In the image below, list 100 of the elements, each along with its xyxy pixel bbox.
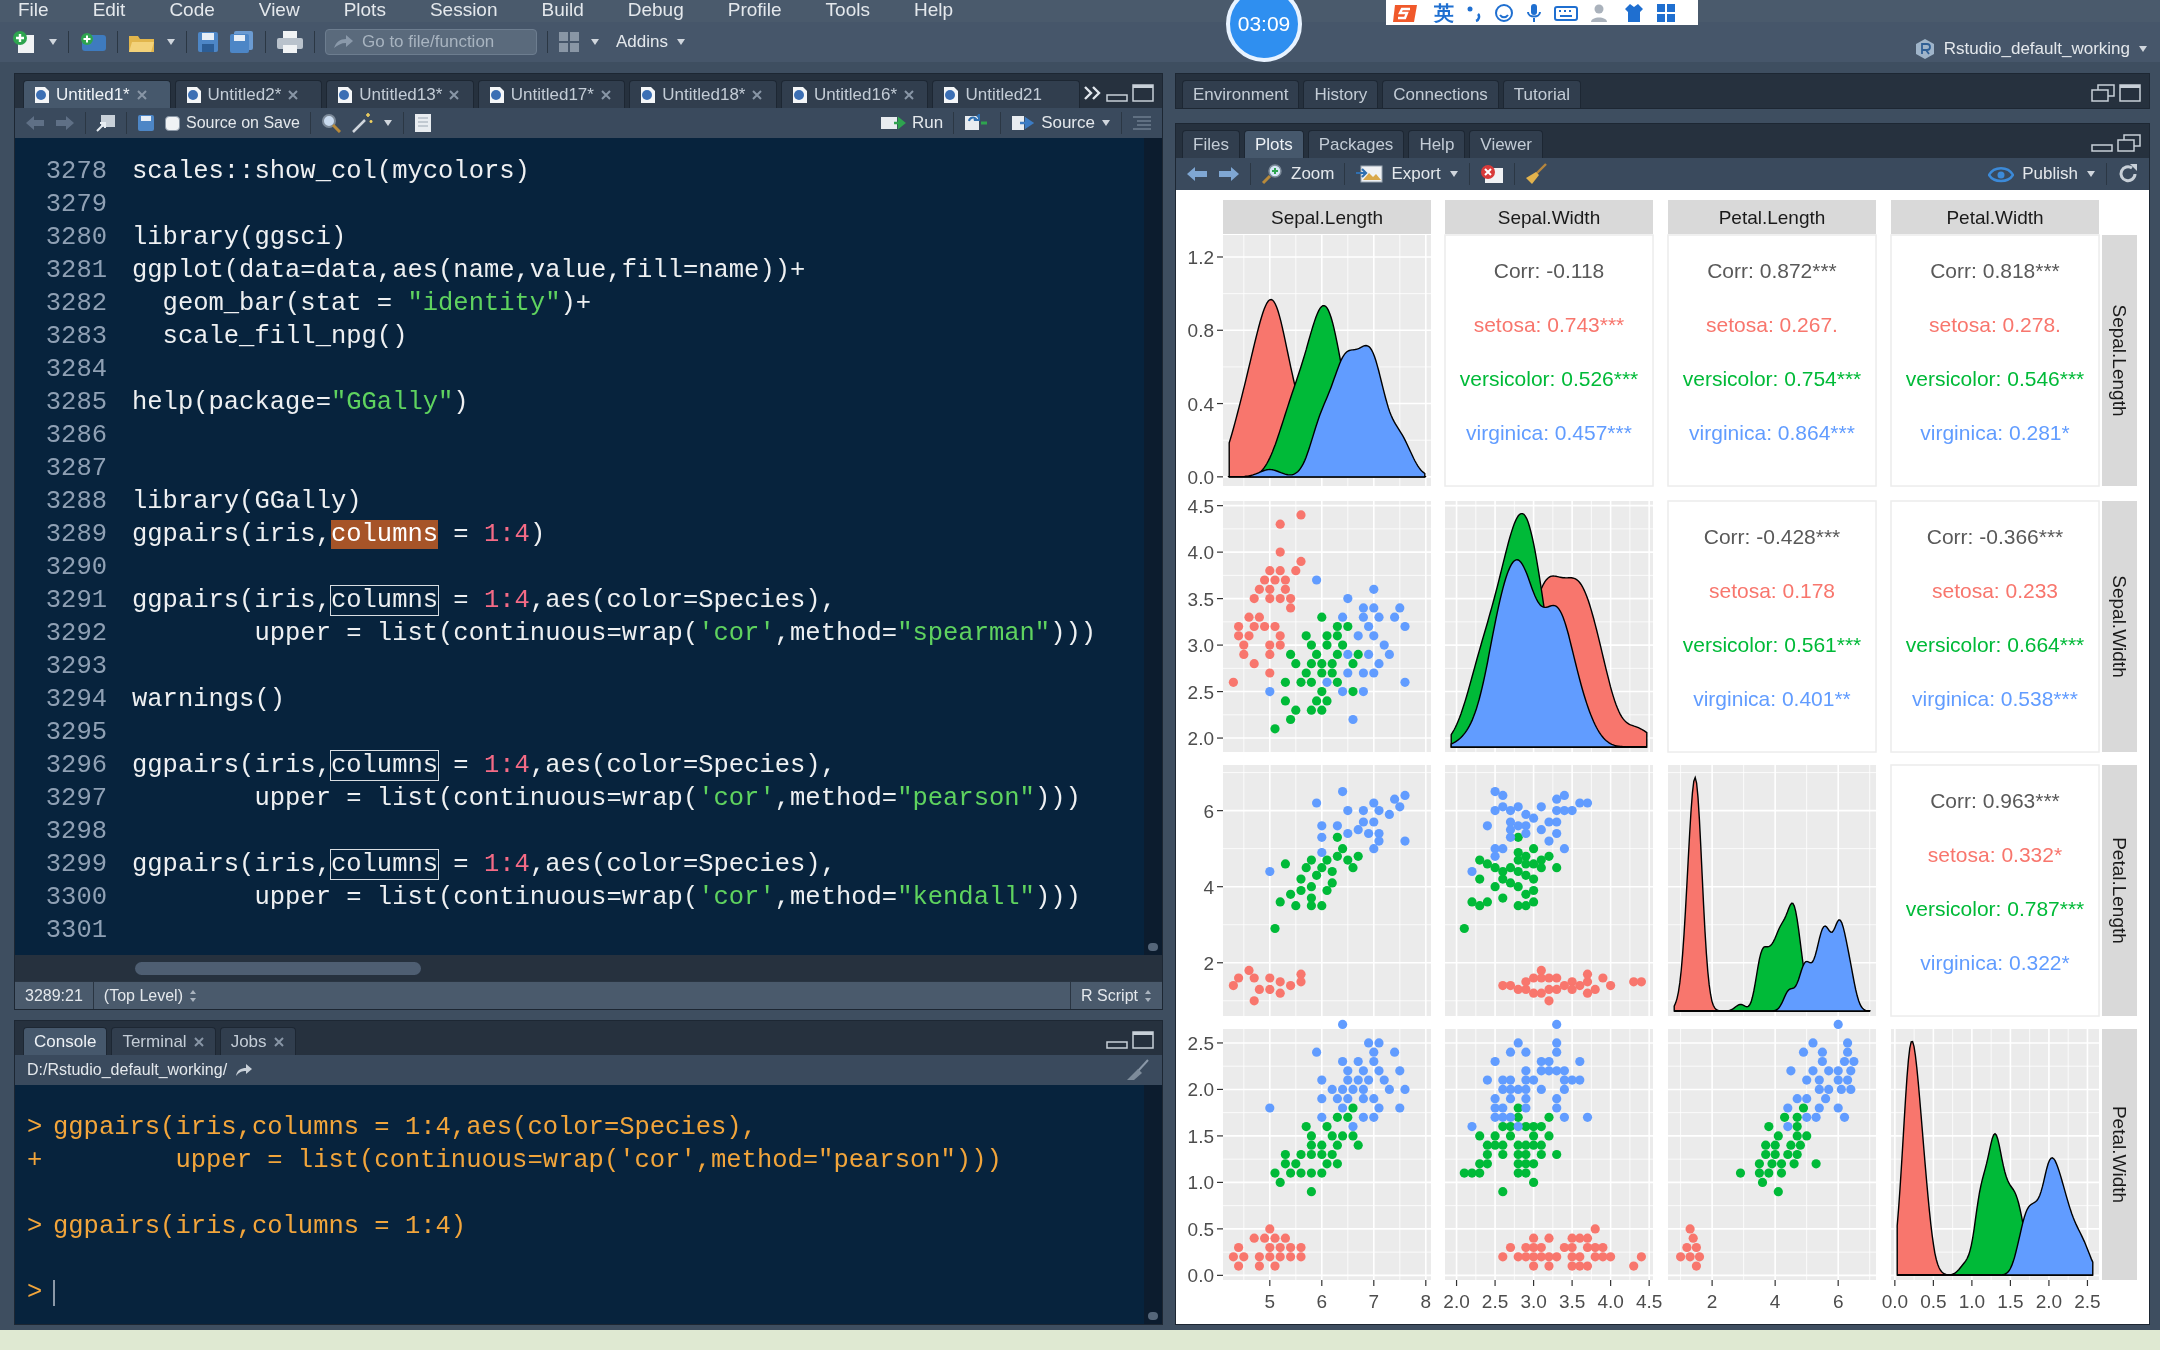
line-number: 3299 xyxy=(44,849,107,881)
code-line: scales::show_col(mycolors) xyxy=(132,156,530,188)
axis-tick-label: 2.5 xyxy=(2074,1291,2101,1312)
axis-tick-label: 0.5 xyxy=(1920,1291,1947,1312)
menu-item[interactable]: Session xyxy=(429,0,498,22)
axis-tick-label: 0.5 xyxy=(1187,1218,1214,1240)
tab[interactable]: Terminal xyxy=(111,1027,216,1055)
addins-menu[interactable]: Addins xyxy=(616,29,686,55)
line-number: 3300 xyxy=(44,882,107,914)
source-button[interactable]: Source xyxy=(1011,110,1111,136)
axis-tick-label: 4.5 xyxy=(1187,495,1214,517)
menu-item[interactable]: View xyxy=(258,0,300,22)
tab[interactable]: Untitled13* xyxy=(326,80,474,108)
menu-item[interactable]: Debug xyxy=(627,0,684,22)
tab[interactable]: Untitled18* xyxy=(629,80,777,108)
line-number: 3301 xyxy=(44,915,107,947)
axis-tick-label: 1.0 xyxy=(1187,1172,1214,1194)
line-number: 3278 xyxy=(44,156,107,188)
facet-label: Sepal.Length xyxy=(1223,200,1431,234)
menu-item[interactable]: Profile xyxy=(727,0,782,22)
line-number: 3284 xyxy=(44,354,107,386)
line-number: 3291 xyxy=(44,585,107,617)
tab[interactable]: Connections xyxy=(1382,80,1499,108)
menu-item[interactable]: File xyxy=(18,0,49,22)
axis-tick-label: 8 xyxy=(1420,1291,1432,1312)
code-line: upper = list(continuous=wrap('cor',method="spearman"))) xyxy=(253,618,1097,650)
code-line: geom_bar(stat = "identity")+ xyxy=(161,288,592,320)
tab[interactable]: Viewer xyxy=(1469,130,1543,158)
line-number: 3292 xyxy=(44,618,107,650)
correlation-text: versicolor: 0.787*** xyxy=(1905,897,2085,920)
axis-tick-label: 1.2 xyxy=(1187,247,1214,268)
axis-tick-label: 2.0 xyxy=(2035,1291,2063,1312)
export-menu[interactable]: Export xyxy=(1355,161,1459,187)
axis-tick-label: 2.5 xyxy=(1187,681,1214,703)
code-line: ggpairs(iris,columns = 1:4,aes(color=Species), xyxy=(132,585,836,617)
axis-tick-label: 7 xyxy=(1368,1291,1380,1312)
correlation-text: virginica: 0.281* xyxy=(1920,421,2070,444)
axis-tick-label: 3.5 xyxy=(1558,1291,1586,1312)
console-line: ggpairs(iris,columns = 1:4) xyxy=(53,1211,467,1243)
facet-label: Sepal.Length xyxy=(2102,235,2137,486)
correlation-text: versicolor: 0.546*** xyxy=(1905,367,2085,390)
code-line: upper = list(continuous=wrap('cor',method="kendall"))) xyxy=(253,882,1081,914)
prompt: + xyxy=(27,1145,44,1177)
correlation-text: setosa: 0.332* xyxy=(1927,843,2063,866)
facet-label: Sepal.Width xyxy=(1445,200,1653,234)
menu-item[interactable]: Plots xyxy=(343,0,386,22)
correlation-text: Corr: -0.118 xyxy=(1493,259,1605,282)
axis-tick-label: 2.5 xyxy=(1481,1291,1509,1312)
tab[interactable]: Untitled17* xyxy=(477,80,626,108)
prompt: > xyxy=(27,1211,44,1243)
line-number: 3298 xyxy=(44,816,107,848)
line-number: 3282 xyxy=(44,288,107,320)
tab[interactable]: Files xyxy=(1182,130,1240,158)
code-line: warnings() xyxy=(132,684,286,716)
tab[interactable]: Untitled1* xyxy=(23,80,171,108)
facet-label: Sepal.Width xyxy=(2102,501,2137,752)
line-number: 3294 xyxy=(44,684,107,716)
tab[interactable]: Console xyxy=(23,1027,108,1055)
tab[interactable]: History xyxy=(1303,80,1379,108)
source-on-save-checkbox[interactable]: Source on Save xyxy=(165,111,300,135)
line-number: 3290 xyxy=(44,552,107,584)
file-type-selector[interactable]: R Script xyxy=(1070,982,1162,1009)
scope-selector[interactable]: (Top Level) xyxy=(93,983,207,1008)
axis-tick-label: 2 xyxy=(1706,1291,1718,1312)
code-line: library(GGally) xyxy=(132,486,362,518)
tab[interactable]: Tutorial xyxy=(1502,80,1581,108)
zoom-button[interactable]: Zoom xyxy=(1261,161,1335,187)
menu-item[interactable]: Build xyxy=(541,0,584,22)
tab[interactable]: Untitled2* xyxy=(174,80,323,108)
menu-item[interactable]: Code xyxy=(169,0,215,22)
search-field[interactable]: Go to file/function xyxy=(325,29,537,55)
tab[interactable]: Jobs xyxy=(219,1027,296,1055)
code-line: upper = list(continuous=wrap('cor',method="pearson"))) xyxy=(253,783,1081,815)
input-mode-label[interactable]: 英 xyxy=(1434,0,1454,28)
code-line: ggpairs(iris,columns = 1:4) xyxy=(132,519,546,551)
facet-label: Petal.Length xyxy=(1668,200,1876,234)
tab[interactable]: Packages xyxy=(1307,130,1405,158)
axis-tick-label: 2.0 xyxy=(1187,728,1214,750)
menu-item[interactable]: Edit xyxy=(92,0,126,22)
correlation-text: versicolor: 0.561*** xyxy=(1682,633,1862,656)
axis-tick-label: 5 xyxy=(1264,1291,1276,1312)
tab[interactable]: Untitled16* xyxy=(780,80,929,108)
tab[interactable]: Plots xyxy=(1243,130,1304,158)
tab[interactable]: Untitled21 xyxy=(932,80,1081,108)
menu-item[interactable]: Tools xyxy=(825,0,870,22)
publish-menu[interactable]: Publish xyxy=(1988,161,2096,187)
axis-tick-label: 3.0 xyxy=(1187,635,1214,657)
axis-tick-label: 2.0 xyxy=(1187,1079,1214,1101)
tab[interactable]: Help xyxy=(1408,130,1466,158)
line-number: 3295 xyxy=(44,717,107,749)
project-menu[interactable]: Rstudio_default_working xyxy=(1913,36,2148,62)
prompt: > xyxy=(27,1277,44,1309)
correlation-text: setosa: 0.278. xyxy=(1929,313,2061,336)
correlation-text: Corr: 0.963*** xyxy=(1930,789,2060,812)
correlation-text: Corr: -0.366*** xyxy=(1926,525,2064,548)
menu-item[interactable]: Help xyxy=(913,0,954,22)
tab[interactable]: Environment xyxy=(1182,80,1300,108)
facet-label: Petal.Length xyxy=(2102,765,2137,1016)
axis-tick-label: 2.5 xyxy=(1187,1032,1214,1054)
run-button[interactable]: Run xyxy=(879,110,944,136)
